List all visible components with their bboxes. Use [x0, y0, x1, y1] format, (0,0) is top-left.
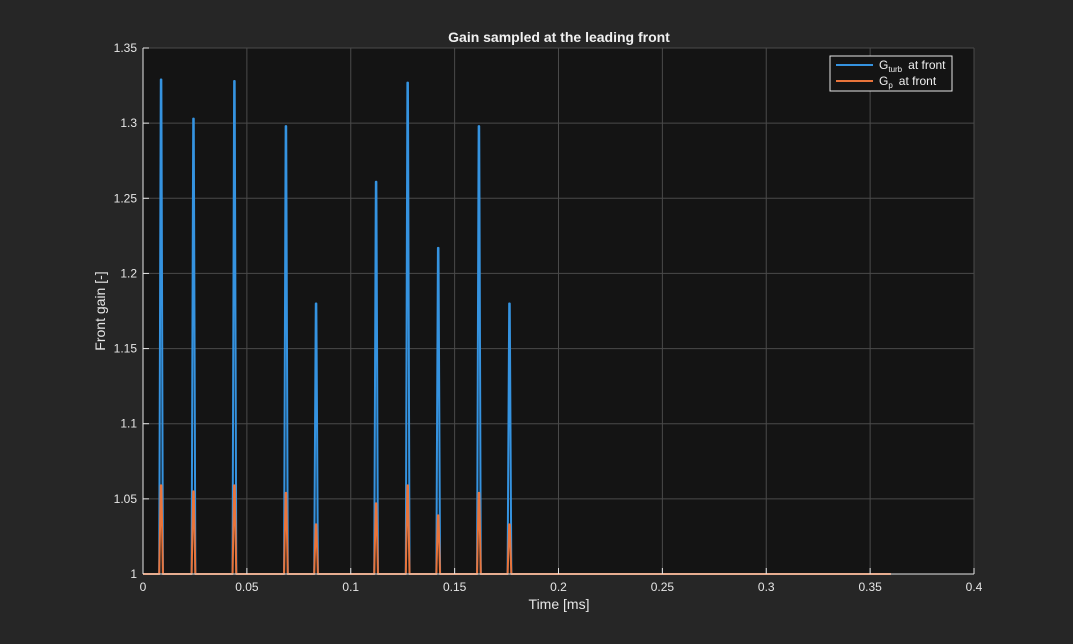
- legend-label-rest: at front: [899, 74, 937, 88]
- x-tick-label: 0.1: [342, 580, 359, 594]
- y-tick-label: 1.35: [114, 41, 138, 55]
- x-axis-label: Time [ms]: [529, 596, 590, 612]
- y-tick-label: 1.05: [114, 492, 138, 506]
- y-tick-label: 1.25: [114, 191, 138, 205]
- y-tick-label: 1.3: [120, 116, 137, 130]
- x-tick-label: 0.3: [758, 580, 775, 594]
- legend-label-rest: at front: [908, 58, 946, 72]
- y-tick-label: 1.2: [120, 266, 137, 280]
- gain-figure: 0 0.05 0.1 0.15 0.2 0.25 0.3 0.35 0.4 1 1.05 1.1 1.1…: [0, 0, 1073, 644]
- legend-label-main: G: [879, 58, 888, 72]
- legend[interactable]: Gturb at front Gp at front: [829, 55, 953, 92]
- x-tick-label: 0: [140, 580, 147, 594]
- legend-entry-g-p: Gp at front: [879, 74, 937, 90]
- y-tick-label: 1.1: [120, 417, 137, 431]
- legend-label-main: G: [879, 74, 888, 88]
- x-tick-label: 0.2: [550, 580, 567, 594]
- x-tick-label: 0.05: [235, 580, 259, 594]
- legend-label-sub: p: [888, 81, 893, 90]
- y-tick-label: 1.15: [114, 342, 138, 356]
- x-tick-label: 0.35: [858, 580, 882, 594]
- chart-title: Gain sampled at the leading front: [448, 29, 670, 45]
- x-tick-label: 0.4: [966, 580, 983, 594]
- y-axis-label: Front gain [-]: [92, 271, 108, 350]
- x-tick-label: 0.25: [651, 580, 675, 594]
- x-tick-label: 0.15: [443, 580, 467, 594]
- y-tick-label: 1: [130, 567, 137, 581]
- legend-label-sub: turb: [888, 65, 902, 74]
